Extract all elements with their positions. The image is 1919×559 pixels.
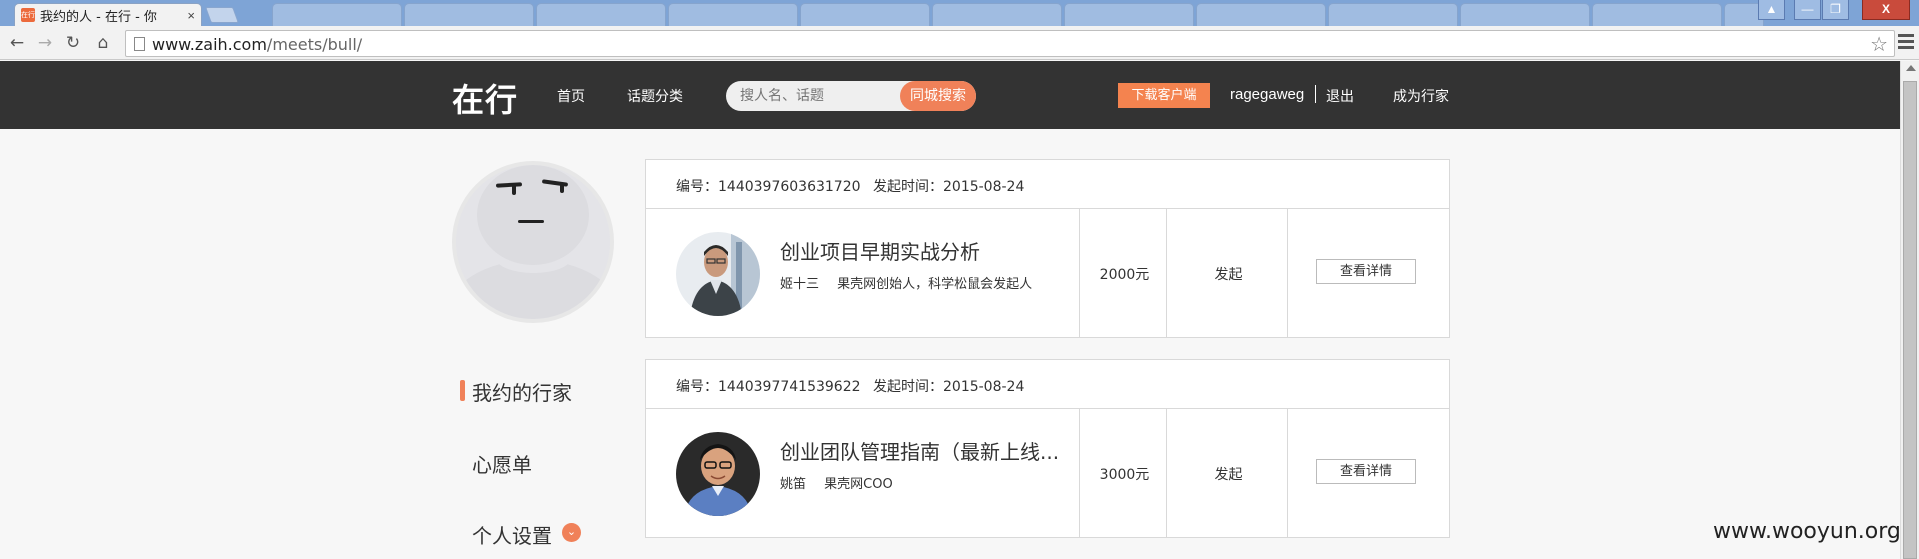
browser-toolbar: ← → ↻ ⌂ www.zaih.com/meets/bull/ ☆ bbox=[0, 26, 1919, 60]
site-logo[interactable]: 在行 bbox=[452, 75, 518, 121]
site-favicon-icon: 在行 bbox=[21, 8, 35, 22]
scroll-up-icon[interactable] bbox=[1906, 65, 1916, 71]
order-card: 编号：1440397603631720 发起时间：2015-08-24 创业项目… bbox=[645, 159, 1450, 338]
order-date: 发起时间：2015-08-24 bbox=[873, 379, 1025, 395]
reload-icon[interactable]: ↻ bbox=[62, 32, 84, 54]
browser-tab-active[interactable]: 在行 我约的人 - 在行 - 你 × bbox=[14, 3, 202, 26]
forward-icon[interactable]: → bbox=[34, 32, 56, 54]
download-client-button[interactable]: 下载客户端 bbox=[1118, 83, 1210, 108]
expert-description: 果壳网COO bbox=[824, 477, 893, 492]
browser-tab[interactable] bbox=[536, 3, 666, 26]
expert-info: 姚笛 果壳网COO bbox=[780, 473, 893, 492]
expert-photo[interactable] bbox=[676, 432, 760, 516]
tab-close-icon[interactable]: × bbox=[187, 8, 195, 23]
cell-divider bbox=[1287, 409, 1288, 537]
maximize-button[interactable]: ❐ bbox=[1822, 0, 1849, 20]
chevron-down-icon[interactable]: ⌄ bbox=[562, 523, 581, 542]
order-card-body: 创业团队管理指南（最新上线... 姚笛 果壳网COO 3000元 发起 查看详情 bbox=[646, 409, 1449, 537]
username-link[interactable]: ragegaweg bbox=[1230, 86, 1304, 103]
order-status: 发起 bbox=[1214, 267, 1243, 283]
order-card: 编号：1440397741539622 发起时间：2015-08-24 创业团队… bbox=[645, 359, 1450, 538]
browser-tab[interactable] bbox=[1328, 3, 1458, 26]
browser-tab[interactable] bbox=[1196, 3, 1326, 26]
back-icon[interactable]: ← bbox=[6, 32, 28, 54]
bookmark-star-icon[interactable]: ☆ bbox=[1870, 32, 1888, 57]
browser-tabstrip: 在行 我约的人 - 在行 - 你 × ▲ — ❐ X bbox=[0, 0, 1919, 26]
expert-info: 姬十三 果壳网创始人，科学松鼠会发起人 bbox=[780, 273, 1032, 292]
nav-home-link[interactable]: 首页 bbox=[557, 86, 585, 106]
expert-photo[interactable] bbox=[676, 232, 760, 316]
sidebar-item-wishlist[interactable]: 心愿单 bbox=[472, 449, 532, 478]
search-box: 同城搜索 bbox=[726, 81, 976, 111]
watermark: www.wooyun.org bbox=[1713, 519, 1901, 544]
avatar-mouth bbox=[518, 220, 544, 223]
sidebar-item-settings[interactable]: 个人设置 bbox=[472, 520, 552, 549]
search-input[interactable] bbox=[740, 81, 900, 111]
cell-divider bbox=[1079, 209, 1080, 337]
browser-tab[interactable] bbox=[1064, 3, 1194, 26]
user-avatar[interactable] bbox=[452, 161, 614, 323]
new-tab-button[interactable] bbox=[205, 7, 239, 23]
browser-tab[interactable] bbox=[932, 3, 1062, 26]
order-number: 编号：1440397603631720 bbox=[676, 179, 861, 195]
order-price: 2000元 bbox=[1099, 267, 1150, 283]
order-date: 发起时间：2015-08-24 bbox=[873, 179, 1025, 195]
address-bar[interactable]: www.zaih.com/meets/bull/ ☆ bbox=[125, 30, 1895, 57]
cell-divider bbox=[1287, 209, 1288, 337]
minimize-button[interactable]: — bbox=[1794, 0, 1821, 20]
browser-tab[interactable] bbox=[272, 3, 402, 26]
order-status: 发起 bbox=[1214, 467, 1243, 483]
cell-divider bbox=[1079, 409, 1080, 537]
become-expert-link[interactable]: 成为行家 bbox=[1393, 86, 1449, 106]
window-close-button[interactable]: X bbox=[1862, 0, 1910, 20]
expert-name[interactable]: 姬十三 bbox=[780, 277, 819, 292]
header-divider bbox=[1315, 85, 1316, 103]
topic-title[interactable]: 创业团队管理指南（最新上线... bbox=[780, 436, 1059, 465]
avatar-head bbox=[477, 165, 589, 265]
city-search-button[interactable]: 同城搜索 bbox=[900, 81, 976, 111]
cell-divider bbox=[1166, 409, 1167, 537]
logout-link[interactable]: 退出 bbox=[1326, 86, 1354, 106]
browser-menu-icon[interactable] bbox=[1898, 34, 1914, 52]
browser-tab[interactable] bbox=[404, 3, 534, 26]
page-scrollbar[interactable] bbox=[1900, 61, 1919, 559]
profile-button[interactable]: ▲ bbox=[1758, 0, 1785, 20]
order-number: 编号：1440397741539622 bbox=[676, 379, 861, 395]
order-card-body: 创业项目早期实战分析 姬十三 果壳网创始人，科学松鼠会发起人 2000元 发起 … bbox=[646, 209, 1449, 337]
avatar-brow-left-tick bbox=[512, 183, 516, 195]
view-details-button[interactable]: 查看详情 bbox=[1316, 459, 1416, 484]
order-card-header: 编号：1440397603631720 发起时间：2015-08-24 bbox=[646, 160, 1449, 209]
page-icon bbox=[134, 37, 145, 51]
url-text: www.zaih.com/meets/bull/ bbox=[152, 35, 363, 54]
order-price: 3000元 bbox=[1099, 467, 1150, 483]
scrollbar-thumb[interactable] bbox=[1903, 81, 1917, 559]
avatar-brow-right-tick bbox=[560, 183, 564, 193]
site-header: 在行 首页 话题分类 同城搜索 下载客户端 ragegaweg 退出 成为行家 bbox=[0, 61, 1900, 129]
nav-topics-link[interactable]: 话题分类 bbox=[627, 86, 683, 106]
active-item-marker bbox=[460, 380, 465, 401]
browser-tab[interactable] bbox=[668, 3, 798, 26]
topic-title[interactable]: 创业项目早期实战分析 bbox=[780, 236, 980, 265]
sidebar-item-my-experts[interactable]: 我约的行家 bbox=[472, 377, 572, 406]
expert-description: 果壳网创始人，科学松鼠会发起人 bbox=[837, 277, 1033, 292]
browser-tab[interactable] bbox=[1460, 3, 1590, 26]
browser-tab[interactable] bbox=[800, 3, 930, 26]
order-card-header: 编号：1440397741539622 发起时间：2015-08-24 bbox=[646, 360, 1449, 409]
view-details-button[interactable]: 查看详情 bbox=[1316, 259, 1416, 284]
home-icon[interactable]: ⌂ bbox=[92, 32, 114, 54]
tab-title: 我约的人 - 在行 - 你 bbox=[40, 9, 157, 25]
browser-tab[interactable] bbox=[1592, 3, 1722, 26]
expert-name[interactable]: 姚笛 bbox=[780, 477, 806, 492]
cell-divider bbox=[1166, 209, 1167, 337]
